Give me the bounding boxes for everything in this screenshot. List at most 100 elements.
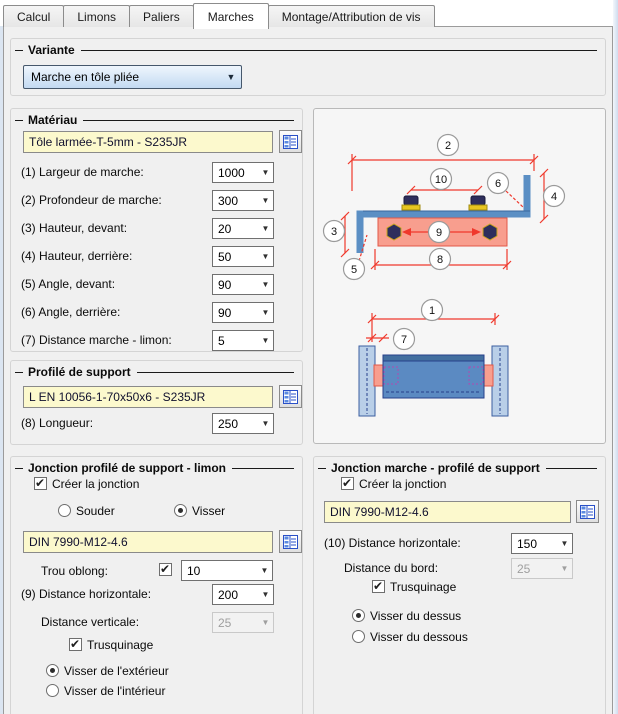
souder-radio[interactable] <box>58 504 71 517</box>
visser-radio[interactable] <box>174 504 187 517</box>
table-browse-icon <box>283 389 298 404</box>
visser-exterieur-radio[interactable] <box>46 664 59 677</box>
hauteur-derriere-combo[interactable]: 50 ▼ <box>212 246 274 267</box>
largeur-marche-combo[interactable]: 1000 ▼ <box>212 162 274 183</box>
tab-limons[interactable]: Limons <box>63 5 131 27</box>
angle-derriere-combo[interactable]: 90 ▼ <box>212 302 274 323</box>
visser-interieur-radio[interactable] <box>46 684 59 697</box>
hex-bolt-icon <box>386 223 402 241</box>
distance-horizontale-combo[interactable]: 200 ▼ <box>212 584 274 605</box>
tab-label: Calcul <box>17 9 51 24</box>
boulon-field[interactable]: DIN 7990-M12-4.6 <box>23 531 273 553</box>
profondeur-marche-combo[interactable]: 300 ▼ <box>212 190 274 211</box>
hauteur-devant-combo[interactable]: 20 ▼ <box>212 218 274 239</box>
combo-value: 1000 <box>218 165 245 180</box>
trusquinage-checkbox[interactable] <box>372 579 385 593</box>
combo-value: 50 <box>218 249 232 264</box>
group-profile-header: Profilé de support <box>15 365 294 379</box>
checkbox-label: Trusquinage <box>390 580 457 594</box>
diagram-label-1: 1 <box>429 305 435 317</box>
diagram-label-8: 8 <box>437 254 443 266</box>
chevron-down-icon: ▼ <box>226 72 236 82</box>
field-label: (9) Distance horizontale: <box>21 587 152 601</box>
variante-dropdown[interactable]: Marche en tôle pliée ▼ <box>23 65 242 89</box>
checkbox-label: Créer la jonction <box>52 477 140 491</box>
field-label: (2) Profondeur de marche: <box>21 193 162 207</box>
boulon-field[interactable]: DIN 7990-M12-4.6 <box>324 501 571 523</box>
material-browse-button[interactable] <box>279 130 302 153</box>
chevron-down-icon: ▼ <box>261 168 270 177</box>
group-title: Jonction profilé de support - limon <box>28 461 226 475</box>
diagram-label-5: 5 <box>351 264 357 276</box>
tab-paliers[interactable]: Paliers <box>129 5 194 27</box>
chevron-down-icon: ▼ <box>261 224 270 233</box>
distance-horizontale-combo[interactable]: 150 ▼ <box>511 533 573 554</box>
tab-bar: Calcul Limons Paliers Marches Montage/At… <box>3 3 435 29</box>
profile-browse-button[interactable] <box>279 385 302 408</box>
radio-label: Souder <box>76 504 115 518</box>
field-label: Distance du bord: <box>344 561 439 575</box>
field-label: (6) Angle, derrière: <box>21 305 121 319</box>
combo-value: 25 <box>218 615 232 630</box>
group-title: Matériau <box>28 113 78 127</box>
step-diagram-panel: 2 10 6 4 3 9 8 5 1 7 <box>313 108 606 444</box>
angle-devant-combo[interactable]: 90 ▼ <box>212 274 274 295</box>
field-label: (7) Distance marche - limon: <box>21 333 172 347</box>
combo-value: 200 <box>218 587 239 602</box>
trou-oblong-checkbox[interactable] <box>159 562 172 576</box>
chevron-down-icon: ▼ <box>261 308 270 317</box>
group-title: Variante <box>28 43 75 57</box>
boulon-browse-button[interactable] <box>279 530 302 553</box>
creer-jonction-checkbox[interactable] <box>341 476 354 490</box>
group-variante-header: Variante <box>15 43 597 57</box>
tab-calcul[interactable]: Calcul <box>3 5 65 27</box>
group-jonction-limon-header: Jonction profilé de support - limon <box>15 461 294 475</box>
diagram-label-7: 7 <box>401 334 407 346</box>
combo-value: 250 <box>218 416 239 431</box>
diagram-label-2: 2 <box>445 140 451 152</box>
radio-label: Visser du dessus <box>370 609 462 623</box>
bolt-icon <box>470 195 486 206</box>
table-browse-icon <box>283 534 298 549</box>
trou-oblong-combo[interactable]: 10 ▼ <box>181 560 273 581</box>
chevron-down-icon: ▼ <box>261 590 270 599</box>
radio-label: Visser de l'extérieur <box>64 664 169 678</box>
chevron-down-icon: ▼ <box>261 252 270 261</box>
chevron-down-icon: ▼ <box>560 564 569 573</box>
chevron-down-icon: ▼ <box>261 419 270 428</box>
profile-field[interactable]: L EN 10056-1-70x50x6 - S235JR <box>23 386 273 408</box>
creer-jonction-checkbox[interactable] <box>34 476 47 490</box>
field-label: (5) Angle, devant: <box>21 277 116 291</box>
chevron-down-icon: ▼ <box>260 566 269 575</box>
combo-value: 25 <box>517 561 531 576</box>
group-materiau: Matériau Tôle larmée-T-5mm - S235JR (1) … <box>10 108 303 352</box>
tab-label: Montage/Attribution de vis <box>281 9 421 24</box>
chevron-down-icon: ▼ <box>261 618 270 627</box>
field-label: Distance verticale: <box>41 615 140 629</box>
group-title: Profilé de support <box>28 365 131 379</box>
diagram-label-3: 3 <box>331 226 337 238</box>
boulon-browse-button[interactable] <box>576 500 599 523</box>
tab-label: Paliers <box>143 9 180 24</box>
tab-marches[interactable]: Marches <box>192 3 269 29</box>
material-field[interactable]: Tôle larmée-T-5mm - S235JR <box>23 131 273 153</box>
distance-marche-limon-combo[interactable]: 5 ▼ <box>212 330 274 351</box>
longueur-combo[interactable]: 250 ▼ <box>212 413 274 434</box>
table-browse-icon <box>580 504 595 519</box>
group-materiau-header: Matériau <box>15 113 294 127</box>
window-edge <box>613 0 618 714</box>
tab-montage[interactable]: Montage/Attribution de vis <box>267 5 435 27</box>
radio-label: Visser du dessous <box>370 630 468 644</box>
visser-dessous-radio[interactable] <box>352 630 365 643</box>
group-profile-support: Profilé de support L EN 10056-1-70x50x6 … <box>10 360 303 445</box>
combo-value: 300 <box>218 193 239 208</box>
diagram-label-4: 4 <box>551 191 557 203</box>
trusquinage-checkbox[interactable] <box>69 637 82 651</box>
hex-bolt-icon <box>482 223 498 241</box>
combo-value: 90 <box>218 277 232 292</box>
tab-label: Marches <box>207 9 254 24</box>
step-diagram: 2 10 6 4 3 9 8 5 1 7 <box>322 133 566 417</box>
visser-dessus-radio[interactable] <box>352 609 365 622</box>
group-title: Jonction marche - profilé de support <box>331 461 540 475</box>
field-label: (10) Distance horizontale: <box>324 536 461 550</box>
